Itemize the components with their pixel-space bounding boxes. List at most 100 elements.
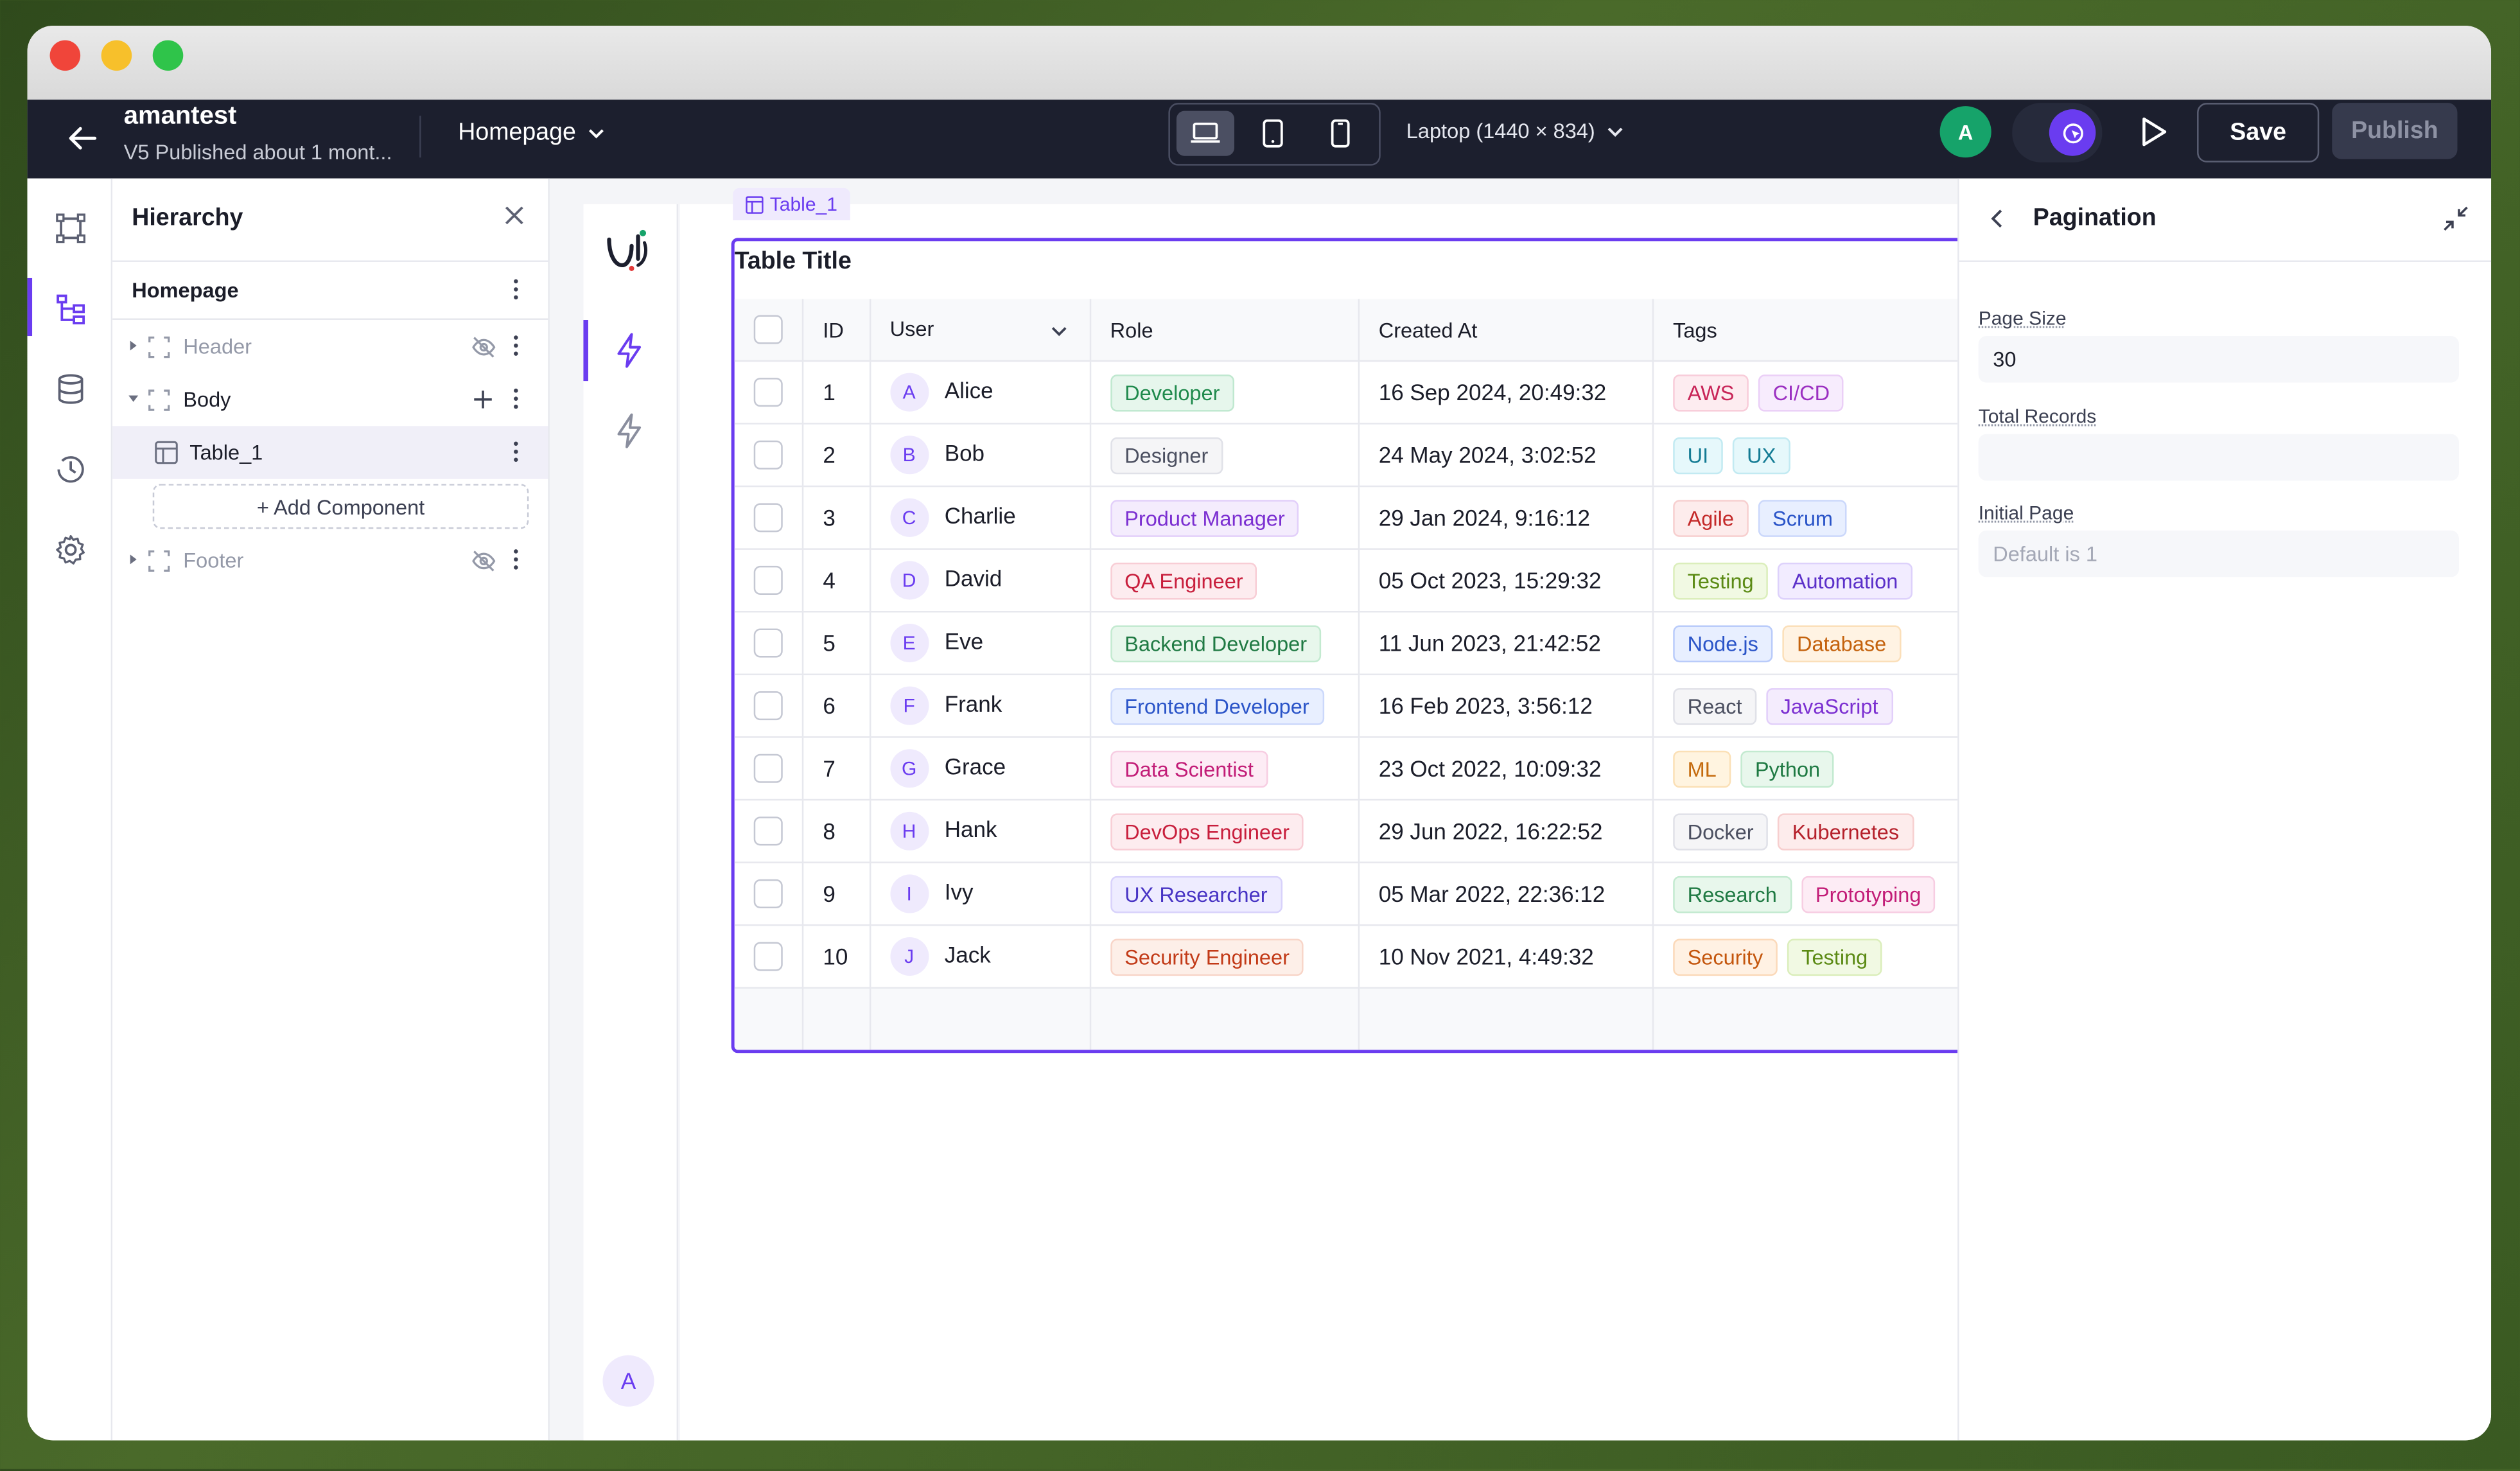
publish-button[interactable]: Publish <box>2332 103 2458 159</box>
cell-tags: Docker Kubernetes <box>1652 800 2004 863</box>
frame-icon[interactable] <box>53 211 89 246</box>
table-component[interactable]: Table Title ID User Role Created At Tags <box>731 238 2008 1053</box>
mobile-device-button[interactable] <box>1311 111 1369 156</box>
total-records-input[interactable] <box>1978 434 2459 481</box>
hierarchy-item-table[interactable]: Table_1 <box>112 426 548 479</box>
history-icon[interactable] <box>53 452 89 487</box>
page-select-label: Homepage <box>458 119 576 146</box>
back-arrow-icon[interactable] <box>63 119 101 157</box>
column-header-created-at[interactable]: Created At <box>1358 299 1654 362</box>
section-icon <box>148 550 170 572</box>
more-options-icon[interactable] <box>512 278 519 301</box>
row-checkbox[interactable] <box>753 942 783 971</box>
multiplayer-cursor-toggle[interactable] <box>2012 103 2103 163</box>
more-options-icon[interactable] <box>512 335 519 357</box>
table-row[interactable]: 2 B Bob Designer 24 May 2024, 3:02:52 UI UX <box>734 423 2004 488</box>
selected-component-tag[interactable]: Table_1 <box>733 188 850 220</box>
row-checkbox[interactable] <box>753 628 783 658</box>
eye-off-icon[interactable] <box>471 548 496 574</box>
row-checkbox[interactable] <box>753 566 783 595</box>
row-checkbox[interactable] <box>753 879 783 909</box>
initial-page-label: Initial Page <box>1978 501 2074 524</box>
more-options-icon[interactable] <box>512 548 519 570</box>
table-row[interactable]: 3 C Charlie Product Manager 29 Jan 2024, 9:1… <box>734 486 2004 550</box>
caret-right-icon[interactable] <box>127 339 140 352</box>
hierarchy-item-footer[interactable]: Footer <box>112 534 548 587</box>
page-size-label: Page Size <box>1978 306 2067 330</box>
user-name: Eve <box>944 628 984 654</box>
laptop-device-button[interactable] <box>1176 110 1234 156</box>
settings-gear-icon[interactable] <box>53 532 89 567</box>
save-button[interactable]: Save <box>2197 103 2320 163</box>
page-size-input[interactable]: 30 <box>1978 336 2459 383</box>
lightning-icon[interactable] <box>614 333 646 368</box>
column-header-user[interactable]: User <box>870 299 1091 362</box>
close-icon[interactable] <box>503 204 525 227</box>
more-options-icon[interactable] <box>512 387 519 410</box>
cell-user: F Frank <box>870 674 1091 738</box>
row-select-cell <box>734 737 804 801</box>
table-row[interactable]: 1 A Alice Developer 16 Sep 2024, 20:49:32 AWS… <box>734 360 2004 425</box>
add-component-button[interactable]: + Add Component <box>152 484 529 529</box>
table-row[interactable]: 5 E Eve Backend Developer 11 Jun 2023, 21:42… <box>734 612 2004 676</box>
select-all-cell <box>734 299 804 362</box>
select-all-checkbox[interactable] <box>753 315 783 344</box>
column-header-id[interactable]: ID <box>803 299 871 362</box>
close-window-button[interactable] <box>49 40 81 71</box>
row-select-cell <box>734 862 804 926</box>
cell-created-at: 29 Jan 2024, 9:16:12 <box>1358 486 1654 550</box>
screen: amantest V5 Published about 1 mont... Ho… <box>0 0 2520 1471</box>
initial-page-input[interactable] <box>1978 530 2459 577</box>
plus-icon[interactable] <box>473 389 494 410</box>
row-checkbox[interactable] <box>753 503 783 533</box>
database-icon[interactable] <box>53 371 89 407</box>
user-initial-avatar: H <box>889 811 929 850</box>
tablet-device-button[interactable] <box>1244 111 1302 156</box>
row-checkbox[interactable] <box>753 754 783 784</box>
more-options-icon[interactable] <box>512 441 519 463</box>
hierarchy-item-body[interactable]: Body <box>112 373 548 427</box>
row-select-cell <box>734 612 804 676</box>
table-row[interactable]: 7 G Grace Data Scientist 23 Oct 2022, 10:09:… <box>734 737 2004 801</box>
cell-role: UX Researcher <box>1090 862 1360 926</box>
hierarchy-tree-icon[interactable] <box>53 291 89 326</box>
table-row[interactable]: 6 F Frank Frontend Developer 16 Feb 2023, 3:… <box>734 674 2004 738</box>
caret-down-icon[interactable] <box>127 392 140 405</box>
row-select-cell <box>734 549 804 613</box>
table-row[interactable]: 4 D David QA Engineer 05 Oct 2023, 15:29:32 T… <box>734 549 2004 613</box>
hierarchy-root-homepage[interactable]: Homepage <box>112 263 548 317</box>
tag-chip: JavaScript <box>1766 687 1893 725</box>
tag-chip: UI <box>1673 436 1723 474</box>
chevron-down-icon[interactable] <box>1047 320 1070 342</box>
row-checkbox[interactable] <box>753 816 783 846</box>
cell-role: Security Engineer <box>1090 925 1360 989</box>
viewport-select[interactable]: Laptop (1440 × 834) <box>1406 119 1627 143</box>
mobile-icon <box>1331 119 1350 148</box>
chevron-left-icon[interactable] <box>1985 206 2011 231</box>
tag-chip: Python <box>1740 750 1835 788</box>
minimize-window-button[interactable] <box>101 40 132 71</box>
column-header-role[interactable]: Role <box>1090 299 1360 362</box>
preview-user-avatar[interactable]: A <box>602 1355 654 1407</box>
hierarchy-item-header[interactable]: Header <box>112 320 548 373</box>
cell-id: 8 <box>803 800 871 863</box>
caret-right-icon[interactable] <box>127 553 140 566</box>
lightning-icon[interactable] <box>614 413 646 448</box>
eye-off-icon[interactable] <box>471 335 496 360</box>
row-checkbox[interactable] <box>753 378 783 407</box>
empty-row <box>734 987 2004 1050</box>
table-row[interactable]: 9 I Ivy UX Researcher 05 Mar 2022, 22:36:12 R… <box>734 862 2004 926</box>
cell-role: Frontend Developer <box>1090 674 1360 738</box>
page-select[interactable]: Homepage <box>458 119 608 146</box>
user-avatar[interactable]: A <box>1939 106 1991 158</box>
divider <box>419 116 421 158</box>
user-initial-avatar: G <box>889 749 929 788</box>
table-row[interactable]: 8 H Hank DevOps Engineer 29 Jun 2022, 16:22:… <box>734 800 2004 863</box>
table-row[interactable]: 10 J Jack Security Engineer 10 Nov 2021, 4:4… <box>734 925 2004 989</box>
maximize-window-button[interactable] <box>152 40 184 71</box>
row-checkbox[interactable] <box>753 441 783 470</box>
column-header-tags[interactable]: Tags <box>1652 299 2004 362</box>
row-checkbox[interactable] <box>753 691 783 721</box>
play-icon[interactable] <box>2133 112 2171 151</box>
collapse-icon[interactable] <box>2441 204 2470 233</box>
